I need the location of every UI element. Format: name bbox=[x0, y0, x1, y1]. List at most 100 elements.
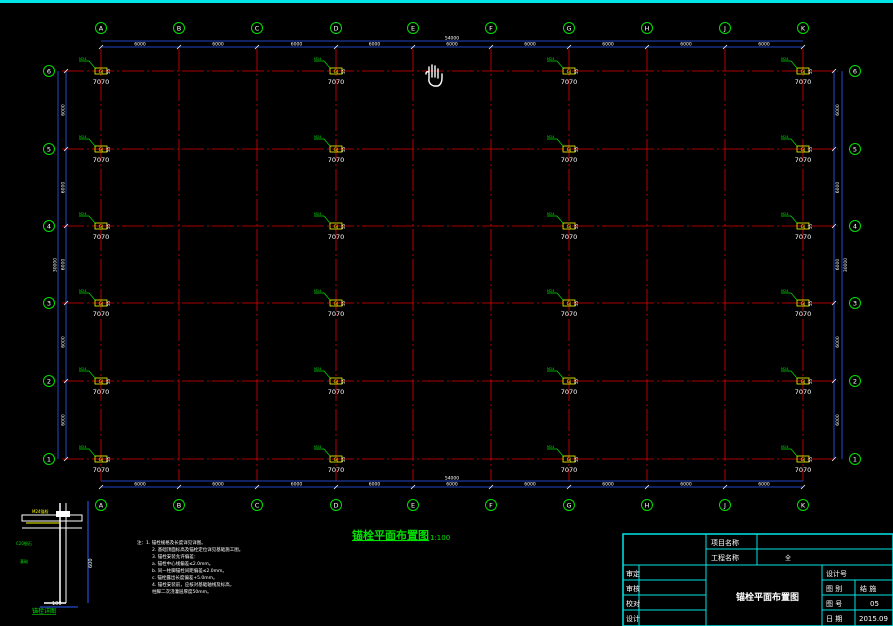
axis-bubble-right-6: 6 bbox=[849, 65, 861, 77]
anchor-tag: 7070 bbox=[93, 466, 110, 474]
anchor-bolt-markers: GJ7070M2455 GJ7070M2455 GJ7070M2455 GJ7070M… bbox=[79, 57, 813, 474]
svg-text:M24: M24 bbox=[79, 57, 87, 61]
dim-x-label: 6000 bbox=[758, 482, 770, 488]
axis-bubble-top-J: J bbox=[719, 22, 731, 34]
note-line: 3. 锚栓安装允许偏差： bbox=[152, 553, 198, 560]
anchor-tag: 7070 bbox=[795, 78, 812, 86]
dim-x-label: 6000 bbox=[369, 482, 381, 488]
dim-x-label: 6000 bbox=[680, 42, 692, 48]
note-line: 柱脚二次浇灌层厚度50mm。 bbox=[152, 588, 212, 595]
svg-text:2: 2 bbox=[853, 377, 857, 385]
dim-y-label: 6000 bbox=[835, 414, 841, 426]
svg-text:M24: M24 bbox=[781, 212, 789, 216]
svg-text:M24: M24 bbox=[781, 57, 789, 61]
note-line: a. 锚栓中心线偏差≤2.0mm。 bbox=[152, 560, 213, 567]
note-line: c. 锚栓露出长度偏差+5.0mm。 bbox=[152, 574, 218, 581]
svg-text:55: 55 bbox=[106, 68, 111, 74]
svg-text:基础: 基础 bbox=[20, 558, 28, 564]
axis-bubble-top-D: D bbox=[330, 22, 342, 34]
svg-text:55: 55 bbox=[106, 223, 111, 229]
svg-text:55: 55 bbox=[106, 146, 111, 152]
detail-dim-width: 100 bbox=[52, 601, 62, 607]
axis-bubble-right-1: 1 bbox=[849, 453, 861, 465]
svg-text:6: 6 bbox=[853, 67, 857, 75]
axis-bubble-left-5: 5 bbox=[43, 143, 55, 155]
dim-x-label: 6000 bbox=[212, 482, 224, 488]
note-line: 4. 锚栓安装前，应核对基础轴线及标高， bbox=[152, 581, 234, 588]
svg-text:1: 1 bbox=[853, 455, 857, 463]
anchor-bolt-K3: GJ 7070 M24 55 bbox=[781, 289, 813, 318]
dim-x-label: 6000 bbox=[758, 42, 770, 48]
anchor-bolt-A4: GJ 7070 M24 55 bbox=[79, 212, 111, 241]
svg-text:M24: M24 bbox=[79, 212, 87, 216]
general-notes: 注：1. 锚栓规格及长度详见详图。2. 基础顶面标高及锚栓定位详见基础施工图。3… bbox=[137, 539, 243, 595]
anchor-bolt-K1: GJ 7070 M24 55 bbox=[781, 445, 813, 474]
anchor-tag: 7070 bbox=[561, 466, 578, 474]
svg-text:55: 55 bbox=[341, 456, 346, 462]
svg-text:3: 3 bbox=[47, 299, 51, 307]
svg-text:1: 1 bbox=[47, 455, 51, 463]
anchor-bolt-G5: GJ 7070 M24 55 bbox=[547, 135, 579, 164]
svg-text:4: 4 bbox=[47, 222, 51, 230]
anchor-bolt-D5: GJ 7070 M24 55 bbox=[314, 135, 346, 164]
axis-bubble-bottom-J: J bbox=[719, 499, 731, 511]
svg-text:GJ: GJ bbox=[334, 224, 339, 230]
anchor-tag: 7070 bbox=[93, 233, 110, 241]
dim-y-total: 30000 bbox=[843, 258, 849, 272]
anchor-bolt-D2: GJ 7070 M24 55 bbox=[314, 367, 346, 396]
tb-project-label: 项目名称 bbox=[711, 538, 739, 547]
svg-text:55: 55 bbox=[106, 378, 111, 384]
svg-text:M24: M24 bbox=[547, 367, 555, 371]
dim-x-total: 54000 bbox=[445, 476, 459, 482]
anchor-bolt-G1: GJ 7070 M24 55 bbox=[547, 445, 579, 474]
svg-text:M24: M24 bbox=[314, 135, 322, 139]
svg-text:M24: M24 bbox=[314, 445, 322, 449]
axis-bubble-bottom-C: C bbox=[251, 499, 263, 511]
dim-y-label: 6000 bbox=[835, 259, 841, 271]
anchor-tag: 7070 bbox=[561, 156, 578, 164]
svg-text:H: H bbox=[645, 501, 650, 509]
dim-x-label: 6000 bbox=[134, 42, 146, 48]
svg-text:GJ: GJ bbox=[567, 147, 572, 153]
anchor-tag: 7070 bbox=[795, 156, 812, 164]
dim-y-label: 6000 bbox=[835, 182, 841, 194]
svg-text:55: 55 bbox=[574, 300, 579, 306]
tb-label-approve: 审定 bbox=[626, 569, 640, 578]
tb-drawing-cat-value: 结 施 bbox=[860, 584, 876, 593]
svg-text:M24: M24 bbox=[314, 289, 322, 293]
dim-x-label: 6000 bbox=[291, 42, 303, 48]
tb-date-label: 日 期 bbox=[826, 615, 842, 623]
svg-text:55: 55 bbox=[808, 300, 813, 306]
tb-engineering-label: 工程名称 bbox=[711, 553, 739, 562]
svg-text:55: 55 bbox=[341, 223, 346, 229]
dim-x-label: 6000 bbox=[524, 42, 536, 48]
dim-y-label: 6000 bbox=[61, 414, 67, 426]
axis-bubble-bottom-E: E bbox=[407, 499, 419, 511]
svg-text:M24: M24 bbox=[547, 212, 555, 216]
dim-x-label: 6000 bbox=[446, 42, 458, 48]
svg-text:55: 55 bbox=[808, 68, 813, 74]
svg-text:J: J bbox=[723, 24, 726, 32]
anchor-bolt-D1: GJ 7070 M24 55 bbox=[314, 445, 346, 474]
svg-text:M24: M24 bbox=[79, 135, 87, 139]
anchor-tag: 7070 bbox=[328, 388, 345, 396]
axis-bubble-bottom-H: H bbox=[641, 499, 653, 511]
anchor-bolt-D4: GJ 7070 M24 55 bbox=[314, 212, 346, 241]
svg-text:55: 55 bbox=[574, 68, 579, 74]
svg-text:GJ: GJ bbox=[801, 69, 806, 75]
svg-text:H: H bbox=[645, 24, 650, 32]
dim-x-total: 54000 bbox=[445, 36, 459, 42]
svg-text:GJ: GJ bbox=[99, 457, 104, 463]
anchor-bolt-A3: GJ 7070 M24 55 bbox=[79, 289, 111, 318]
tb-drawing-no-value: 05 bbox=[870, 600, 879, 608]
cad-drawing-canvas[interactable]: 6000 6000 6000 6000 6000 6000 6000 6000 60005400… bbox=[0, 3, 893, 626]
axis-bubble-right-5: 5 bbox=[849, 143, 861, 155]
svg-text:M24: M24 bbox=[781, 367, 789, 371]
svg-text:GJ: GJ bbox=[801, 147, 806, 153]
svg-text:M24: M24 bbox=[79, 445, 87, 449]
svg-text:GJ: GJ bbox=[801, 301, 806, 307]
anchor-tag: 7070 bbox=[328, 78, 345, 86]
anchor-bolt-A6: GJ 7070 M24 55 bbox=[79, 57, 111, 86]
dim-x-label: 6000 bbox=[602, 42, 614, 48]
anchor-tag: 7070 bbox=[561, 310, 578, 318]
